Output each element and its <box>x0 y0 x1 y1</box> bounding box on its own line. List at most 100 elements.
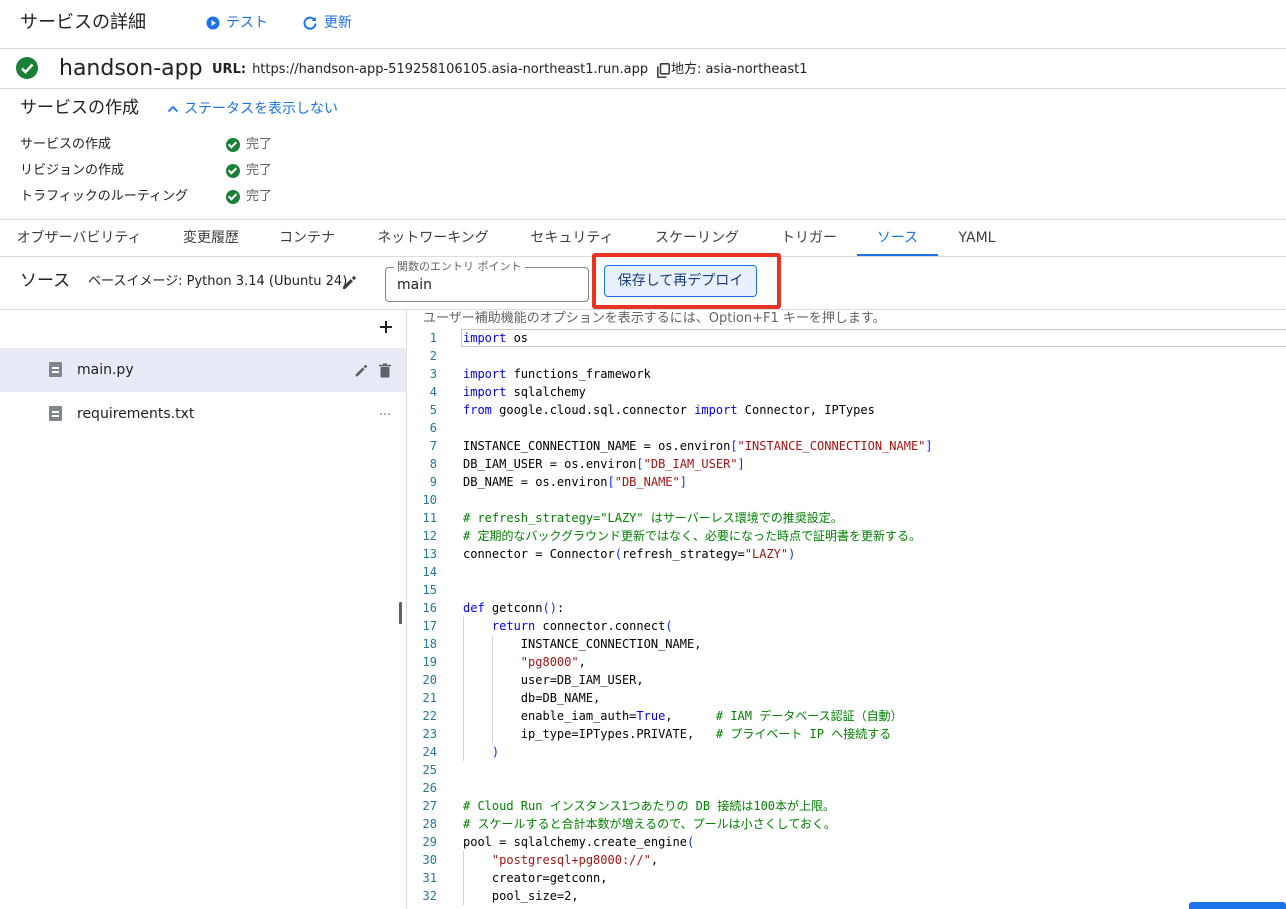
code-line: 10 <box>407 491 1286 509</box>
line-number: 9 <box>429 475 437 489</box>
code-text: DB_NAME = os.environ["DB_NAME"] <box>463 475 687 489</box>
code-text: pool_size=2, <box>463 889 579 903</box>
code-line: 26 <box>407 779 1286 797</box>
line-number: 6 <box>429 421 437 435</box>
code-line: 17 return connector.connect( <box>407 617 1286 635</box>
file-icon <box>49 362 62 377</box>
file-name: requirements.txt <box>77 406 195 422</box>
line-number: 12 <box>422 529 437 543</box>
code-text: from google.cloud.sql.connector import C… <box>463 403 875 417</box>
code-text: INSTANCE_CONNECTION_NAME = os.environ["I… <box>463 439 933 453</box>
service-name: handson-app <box>59 56 203 81</box>
code-line: 13 connector = Connector(refresh_strategy… <box>407 545 1286 563</box>
entry-point-value: main <box>397 277 432 293</box>
service-divider <box>0 88 1286 89</box>
test-button[interactable]: テスト <box>206 12 268 34</box>
code-line: 31 creator=getconn, <box>407 869 1286 887</box>
line-number: 1 <box>429 331 437 345</box>
save-and-redeploy-button[interactable]: 保存して再デプロイ <box>604 265 757 297</box>
code-text: def getconn(): <box>463 601 565 615</box>
accessibility-hint: ユーザー補助機能のオプションを表示するには、Option+F1 キーを押します。 <box>423 311 886 326</box>
line-number: 27 <box>422 799 437 813</box>
floating-action-button[interactable] <box>1189 902 1286 909</box>
line-number: 32 <box>422 889 437 903</box>
line-number: 26 <box>422 781 437 795</box>
check-icon <box>226 190 240 204</box>
code-text: pool = sqlalchemy.create_engine( <box>463 835 695 849</box>
rename-file-icon[interactable] <box>353 363 369 379</box>
status-row-value: 完了 <box>246 189 273 204</box>
code-line: 22 enable_iam_auth=True, # IAM データベース認証（… <box>407 707 1286 725</box>
line-number: 30 <box>422 853 437 867</box>
code-editor[interactable]: 1 import os 2 3 import functions_framework 4 i… <box>407 328 1286 909</box>
chevron-up-icon <box>167 105 179 113</box>
status-row-label: リビジョンの作成 <box>20 163 125 178</box>
url-label: URL: <box>212 62 247 77</box>
tab-history[interactable]: 変更履歴 <box>167 220 255 256</box>
code-text: # refresh_strategy="LAZY" はサーバーレス環境での推奨設… <box>463 511 843 525</box>
code-line: 8 DB_IAM_USER = os.environ["DB_IAM_USER"] <box>407 455 1286 473</box>
line-number: 11 <box>422 511 437 525</box>
code-text: enable_iam_auth=True, # IAM データベース認証（自動） <box>463 709 903 723</box>
code-text: import os <box>463 331 529 345</box>
check-icon <box>226 164 240 178</box>
status-row-label: サービスの作成 <box>20 137 112 152</box>
file-item-requirements-txt[interactable]: requirements.txt ⋯ <box>0 392 406 436</box>
tab-networking[interactable]: ネットワーキング <box>365 220 501 256</box>
line-number: 15 <box>422 583 437 597</box>
code-text: # スケールすると合計本数が増えるので、プールは小さくしておく。 <box>463 817 836 831</box>
code-line: 23 ip_type=IPTypes.PRIVATE, # プライベート IP … <box>407 725 1286 743</box>
line-number: 22 <box>422 709 437 723</box>
url-link[interactable]: https://handson-app-519258106105.asia-no… <box>252 60 648 80</box>
line-number: 4 <box>429 385 437 399</box>
header-divider <box>0 48 1286 49</box>
code-line: 14 <box>407 563 1286 581</box>
code-text: "postgresql+pg8000://", <box>491 853 659 867</box>
line-number: 25 <box>422 763 437 777</box>
line-number: 17 <box>422 619 437 633</box>
copy-icon[interactable] <box>657 62 671 78</box>
code-line: 11 # refresh_strategy="LAZY" はサーバーレス環境での推… <box>407 509 1286 527</box>
panel-resize-handle[interactable] <box>399 602 402 624</box>
status-row-value: 完了 <box>246 137 273 152</box>
tab-source[interactable]: ソース <box>857 220 938 256</box>
line-number: 5 <box>429 403 437 417</box>
region-value: asia-northeast1 <box>705 62 808 77</box>
tab-triggers[interactable]: トリガー <box>771 220 847 256</box>
edit-base-image-icon[interactable] <box>340 274 358 292</box>
code-line: 18 INSTANCE_CONNECTION_NAME, <box>407 635 1286 653</box>
refresh-button[interactable]: 更新 <box>302 12 352 34</box>
delete-file-icon[interactable] <box>378 363 392 378</box>
code-line: 24 ) <box>407 743 1286 761</box>
code-line: 21 db=DB_NAME, <box>407 689 1286 707</box>
status-row-value: 完了 <box>246 163 273 178</box>
line-number: 23 <box>422 727 437 741</box>
line-number: 3 <box>429 367 437 381</box>
add-file-icon[interactable] <box>378 319 394 335</box>
code-line: 4 import sqlalchemy <box>407 383 1286 401</box>
code-text: db=DB_NAME, <box>463 691 601 705</box>
tab-containers[interactable]: コンテナ <box>270 220 344 256</box>
tab-scaling[interactable]: スケーリング <box>645 220 749 256</box>
tab-observability[interactable]: オブザーバビリティ <box>5 220 153 256</box>
tab-yaml[interactable]: YAML <box>949 220 1005 256</box>
code-text: import functions_framework <box>463 367 651 381</box>
code-line: 2 <box>407 347 1286 365</box>
page-title: サービスの詳細 <box>20 12 146 33</box>
check-icon <box>226 138 240 152</box>
file-item-main-py[interactable]: main.py <box>0 348 406 392</box>
hide-status-toggle[interactable]: ステータスを表示しない <box>166 99 338 119</box>
service-url: URL: https://handson-app-519258106105.as… <box>212 60 671 80</box>
code-line: 25 <box>407 761 1286 779</box>
test-label: テスト <box>226 15 268 31</box>
code-text: DB_IAM_USER = os.environ["DB_IAM_USER"] <box>463 457 745 471</box>
code-text: # Cloud Run インスタンス1つあたりの DB 接続は100本が上限。 <box>463 799 836 813</box>
code-text: connector = Connector(refresh_strategy="… <box>463 547 796 561</box>
line-number: 13 <box>422 547 437 561</box>
more-options-icon[interactable]: ⋯ <box>379 404 392 424</box>
line-number: 21 <box>422 691 437 705</box>
refresh-icon <box>303 16 317 30</box>
line-number: 24 <box>422 745 437 759</box>
code-line: 19 "pg8000", <box>407 653 1286 671</box>
tab-security[interactable]: セキュリティ <box>521 220 623 256</box>
